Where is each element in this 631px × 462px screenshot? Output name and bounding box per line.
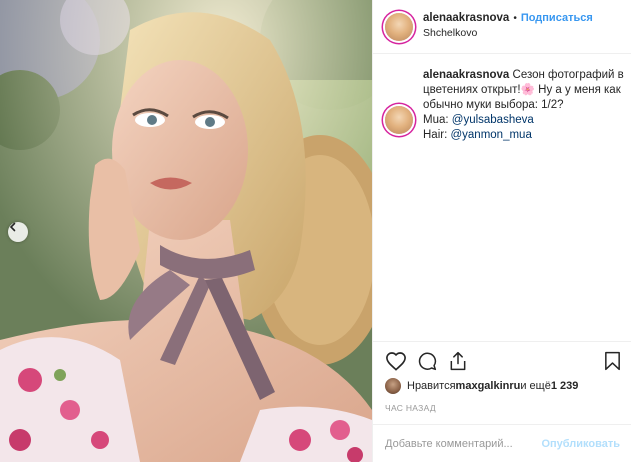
share-button[interactable] bbox=[448, 351, 468, 374]
author-username[interactable]: alenaakrasnova bbox=[423, 12, 509, 24]
post-sidebar: alenaakrasnova • Подписаться Shchelkovo … bbox=[372, 0, 631, 462]
share-icon bbox=[450, 351, 466, 371]
post-location[interactable]: Shchelkovo bbox=[423, 27, 623, 39]
comment-form: Опубликовать bbox=[373, 424, 631, 462]
like-button[interactable] bbox=[385, 351, 407, 374]
comment-button[interactable] bbox=[417, 351, 437, 374]
comment-icon bbox=[418, 352, 437, 371]
liker-username[interactable]: maxgalkinru bbox=[456, 380, 521, 392]
post-timestamp[interactable]: ЧАС НАЗАД bbox=[385, 403, 436, 413]
post-actions bbox=[373, 341, 631, 375]
hair-label: Hair: bbox=[423, 129, 451, 141]
author-avatar[interactable] bbox=[385, 13, 413, 41]
publish-button[interactable]: Опубликовать bbox=[541, 438, 620, 450]
mua-mention-link[interactable]: @yulsabasheva bbox=[452, 114, 534, 126]
hair-mention-link[interactable]: @yanmon_mua bbox=[450, 129, 531, 141]
caption-hair-line: Hair: @yanmon_mua bbox=[423, 128, 628, 143]
liker-avatar[interactable] bbox=[385, 378, 401, 394]
caption-username[interactable]: alenaakrasnova bbox=[423, 69, 509, 81]
bookmark-icon bbox=[605, 351, 620, 371]
carousel-prev-button[interactable] bbox=[8, 222, 28, 242]
caption-avatar[interactable] bbox=[385, 106, 413, 134]
likes-count[interactable]: 1 239 bbox=[551, 380, 579, 392]
comment-input[interactable] bbox=[385, 437, 542, 450]
separator-dot: • bbox=[513, 12, 517, 24]
save-button[interactable] bbox=[604, 351, 621, 374]
caption-mua-line: Mua: @yulsabasheva bbox=[423, 113, 628, 128]
post-photo[interactable] bbox=[0, 0, 372, 462]
post-header: alenaakrasnova • Подписаться Shchelkovo bbox=[373, 0, 631, 54]
flower-emoji-icon: 🌸 bbox=[520, 84, 535, 96]
caption-text: alenaakrasnova Сезон фотографий в цветен… bbox=[423, 68, 628, 143]
likes-summary: Нравится maxgalkinru и ещё 1 239 bbox=[385, 378, 578, 394]
mua-label: Mua: bbox=[423, 114, 452, 126]
photo-illustration bbox=[0, 0, 372, 462]
chevron-left-icon bbox=[9, 222, 16, 232]
author-meta: alenaakrasnova • Подписаться Shchelkovo bbox=[423, 12, 623, 39]
heart-icon bbox=[386, 352, 406, 371]
likes-suffix: и ещё bbox=[520, 380, 551, 392]
likes-prefix: Нравится bbox=[407, 380, 456, 392]
follow-button[interactable]: Подписаться bbox=[521, 12, 593, 24]
